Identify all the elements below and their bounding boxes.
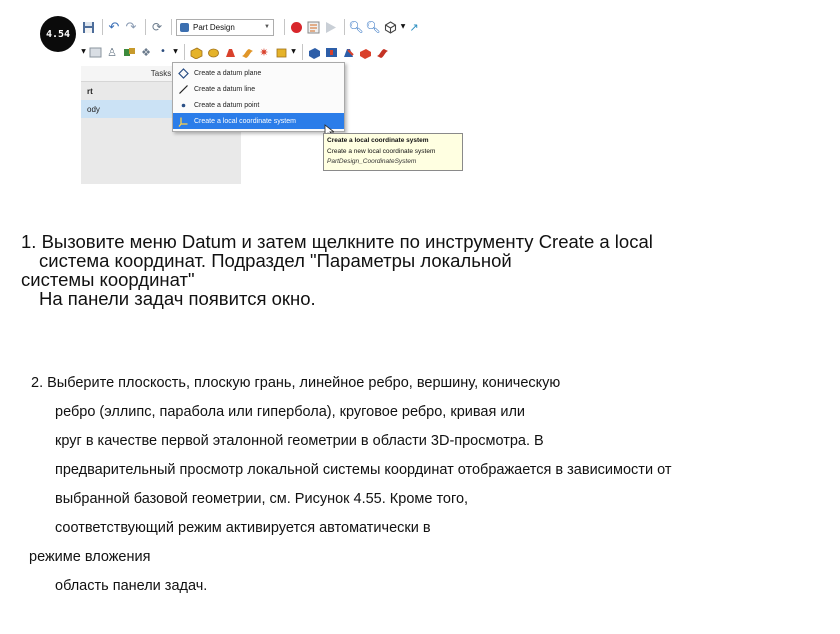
toolbar-separator <box>284 19 285 35</box>
instruction-step-1: 1. Вызовите меню Datum и затем щелкните … <box>21 232 831 308</box>
subtractive-loft-icon[interactable] <box>358 45 372 59</box>
measure-icon[interactable]: ↗ <box>407 20 421 34</box>
datum-point-icon[interactable]: • <box>156 45 170 59</box>
coordinate-system-icon <box>177 115 189 127</box>
chevron-down-icon[interactable]: ▼ <box>400 20 406 34</box>
menu-item-datum-line[interactable]: Create a datum line <box>173 81 344 97</box>
additive-primitive-icon[interactable] <box>274 45 288 59</box>
toolbar-separator <box>344 19 345 35</box>
hole-icon[interactable] <box>324 45 338 59</box>
step-line: область панели задач. <box>55 578 208 594</box>
instruction-step-2: 2. Выберите плоскость, плоскую грань, ли… <box>29 375 836 607</box>
step-line: режиме вложения <box>29 549 151 565</box>
macro-editor-icon[interactable] <box>306 20 320 34</box>
step-line: круг в качестве первой эталонной геометр… <box>55 433 544 449</box>
record-macro-icon[interactable] <box>289 20 303 34</box>
main-toolbar: ↶ ↷ ⟳ Part Design ▼ 🔍︎ 🔍︎ ▼ ↗ <box>81 16 424 38</box>
tooltip: Create a local coordinate system Create … <box>323 133 463 171</box>
menu-item-label: Create a datum plane <box>194 69 262 77</box>
redo-icon[interactable]: ↷ <box>124 20 138 34</box>
part-design-toolbar: ▼ ♙ ❖ • ▼ ✷ ▼ <box>81 41 392 63</box>
menu-item-label: Create a local coordinate system <box>194 117 296 125</box>
step-line: 1. Вызовите меню Datum и затем щелкните … <box>21 231 653 252</box>
tooltip-command: PartDesign_CoordinateSystem <box>327 158 417 165</box>
chevron-down-icon[interactable]: ▼ <box>173 45 178 59</box>
menu-item-datum-plane[interactable]: Create a datum plane <box>173 65 344 81</box>
groove-icon[interactable] <box>341 45 355 59</box>
datum-plane-icon <box>177 67 189 79</box>
toolbar-separator <box>184 44 185 60</box>
step-line: соответствующий режим активируется автом… <box>55 520 431 536</box>
loft-icon[interactable] <box>223 45 237 59</box>
step-line: ребро (эллипс, парабола или гипербола), … <box>55 404 526 420</box>
toolbar-separator <box>145 19 146 35</box>
step-line: системы координат" <box>21 269 195 290</box>
chevron-down-icon[interactable]: ▼ <box>291 45 296 59</box>
pocket-icon[interactable] <box>307 45 321 59</box>
pipe-icon[interactable] <box>240 45 254 59</box>
sketch-icon[interactable] <box>88 45 102 59</box>
datum-dropdown-menu: Create a datum plane Create a datum line… <box>172 62 345 132</box>
toolbar-separator <box>102 19 103 35</box>
helix-icon[interactable]: ✷ <box>257 45 271 59</box>
step-line: предварительный просмотр локальной систе… <box>55 462 672 478</box>
toolbar-separator <box>171 19 172 35</box>
part-icon[interactable] <box>122 45 136 59</box>
part-design-workbench-icon <box>180 22 189 32</box>
chevron-down-icon: ▼ <box>264 24 270 30</box>
refresh-icon[interactable]: ⟳ <box>150 20 164 34</box>
menu-item-local-coordinate-system[interactable]: Create a local coordinate system <box>173 113 344 129</box>
pad-icon[interactable] <box>189 45 203 59</box>
undo-icon[interactable]: ↶ <box>107 20 121 34</box>
datum-point-icon <box>177 99 189 111</box>
subtractive-pipe-icon[interactable] <box>375 45 389 59</box>
revolution-icon[interactable] <box>206 45 220 59</box>
step-line: 2. Выберите плоскость, плоскую грань, ли… <box>31 375 561 391</box>
menu-item-label: Create a datum point <box>194 101 260 109</box>
figure-number-badge: 4.54 <box>40 16 76 52</box>
clone-icon[interactable]: ❖ <box>139 45 153 59</box>
step-line: система координат. Подраздел "Параметры … <box>39 250 512 271</box>
freecad-screenshot: 4.54 ↶ ↷ ⟳ Part Design ▼ 🔍︎ 🔍︎ ▼ ↗ ▼ ♙ ❖… <box>37 6 481 184</box>
menu-item-datum-point[interactable]: Create a datum point <box>173 97 344 113</box>
fit-all-icon[interactable]: 🔍︎ <box>348 20 363 34</box>
chevron-down-icon[interactable]: ▼ <box>81 45 86 59</box>
toolbar-separator <box>302 44 303 60</box>
tooltip-title: Create a local coordinate system <box>327 137 429 144</box>
save-icon[interactable] <box>81 20 95 34</box>
datum-line-icon <box>177 83 189 95</box>
view-menu-icon[interactable] <box>383 20 397 34</box>
run-macro-icon[interactable] <box>323 20 337 34</box>
step-line: выбранной базовой геометрии, см. Рисунок… <box>55 491 469 507</box>
workbench-label: Part Design <box>193 22 235 32</box>
workbench-selector[interactable]: Part Design ▼ <box>176 18 274 36</box>
body-icon[interactable]: ♙ <box>105 45 119 59</box>
tooltip-description: Create a new local coordinate system <box>327 147 436 155</box>
fit-selection-icon[interactable]: 🔍︎ <box>365 20 380 34</box>
step-line: На панели задач появится окно. <box>39 288 316 309</box>
menu-item-label: Create a datum line <box>194 85 256 93</box>
